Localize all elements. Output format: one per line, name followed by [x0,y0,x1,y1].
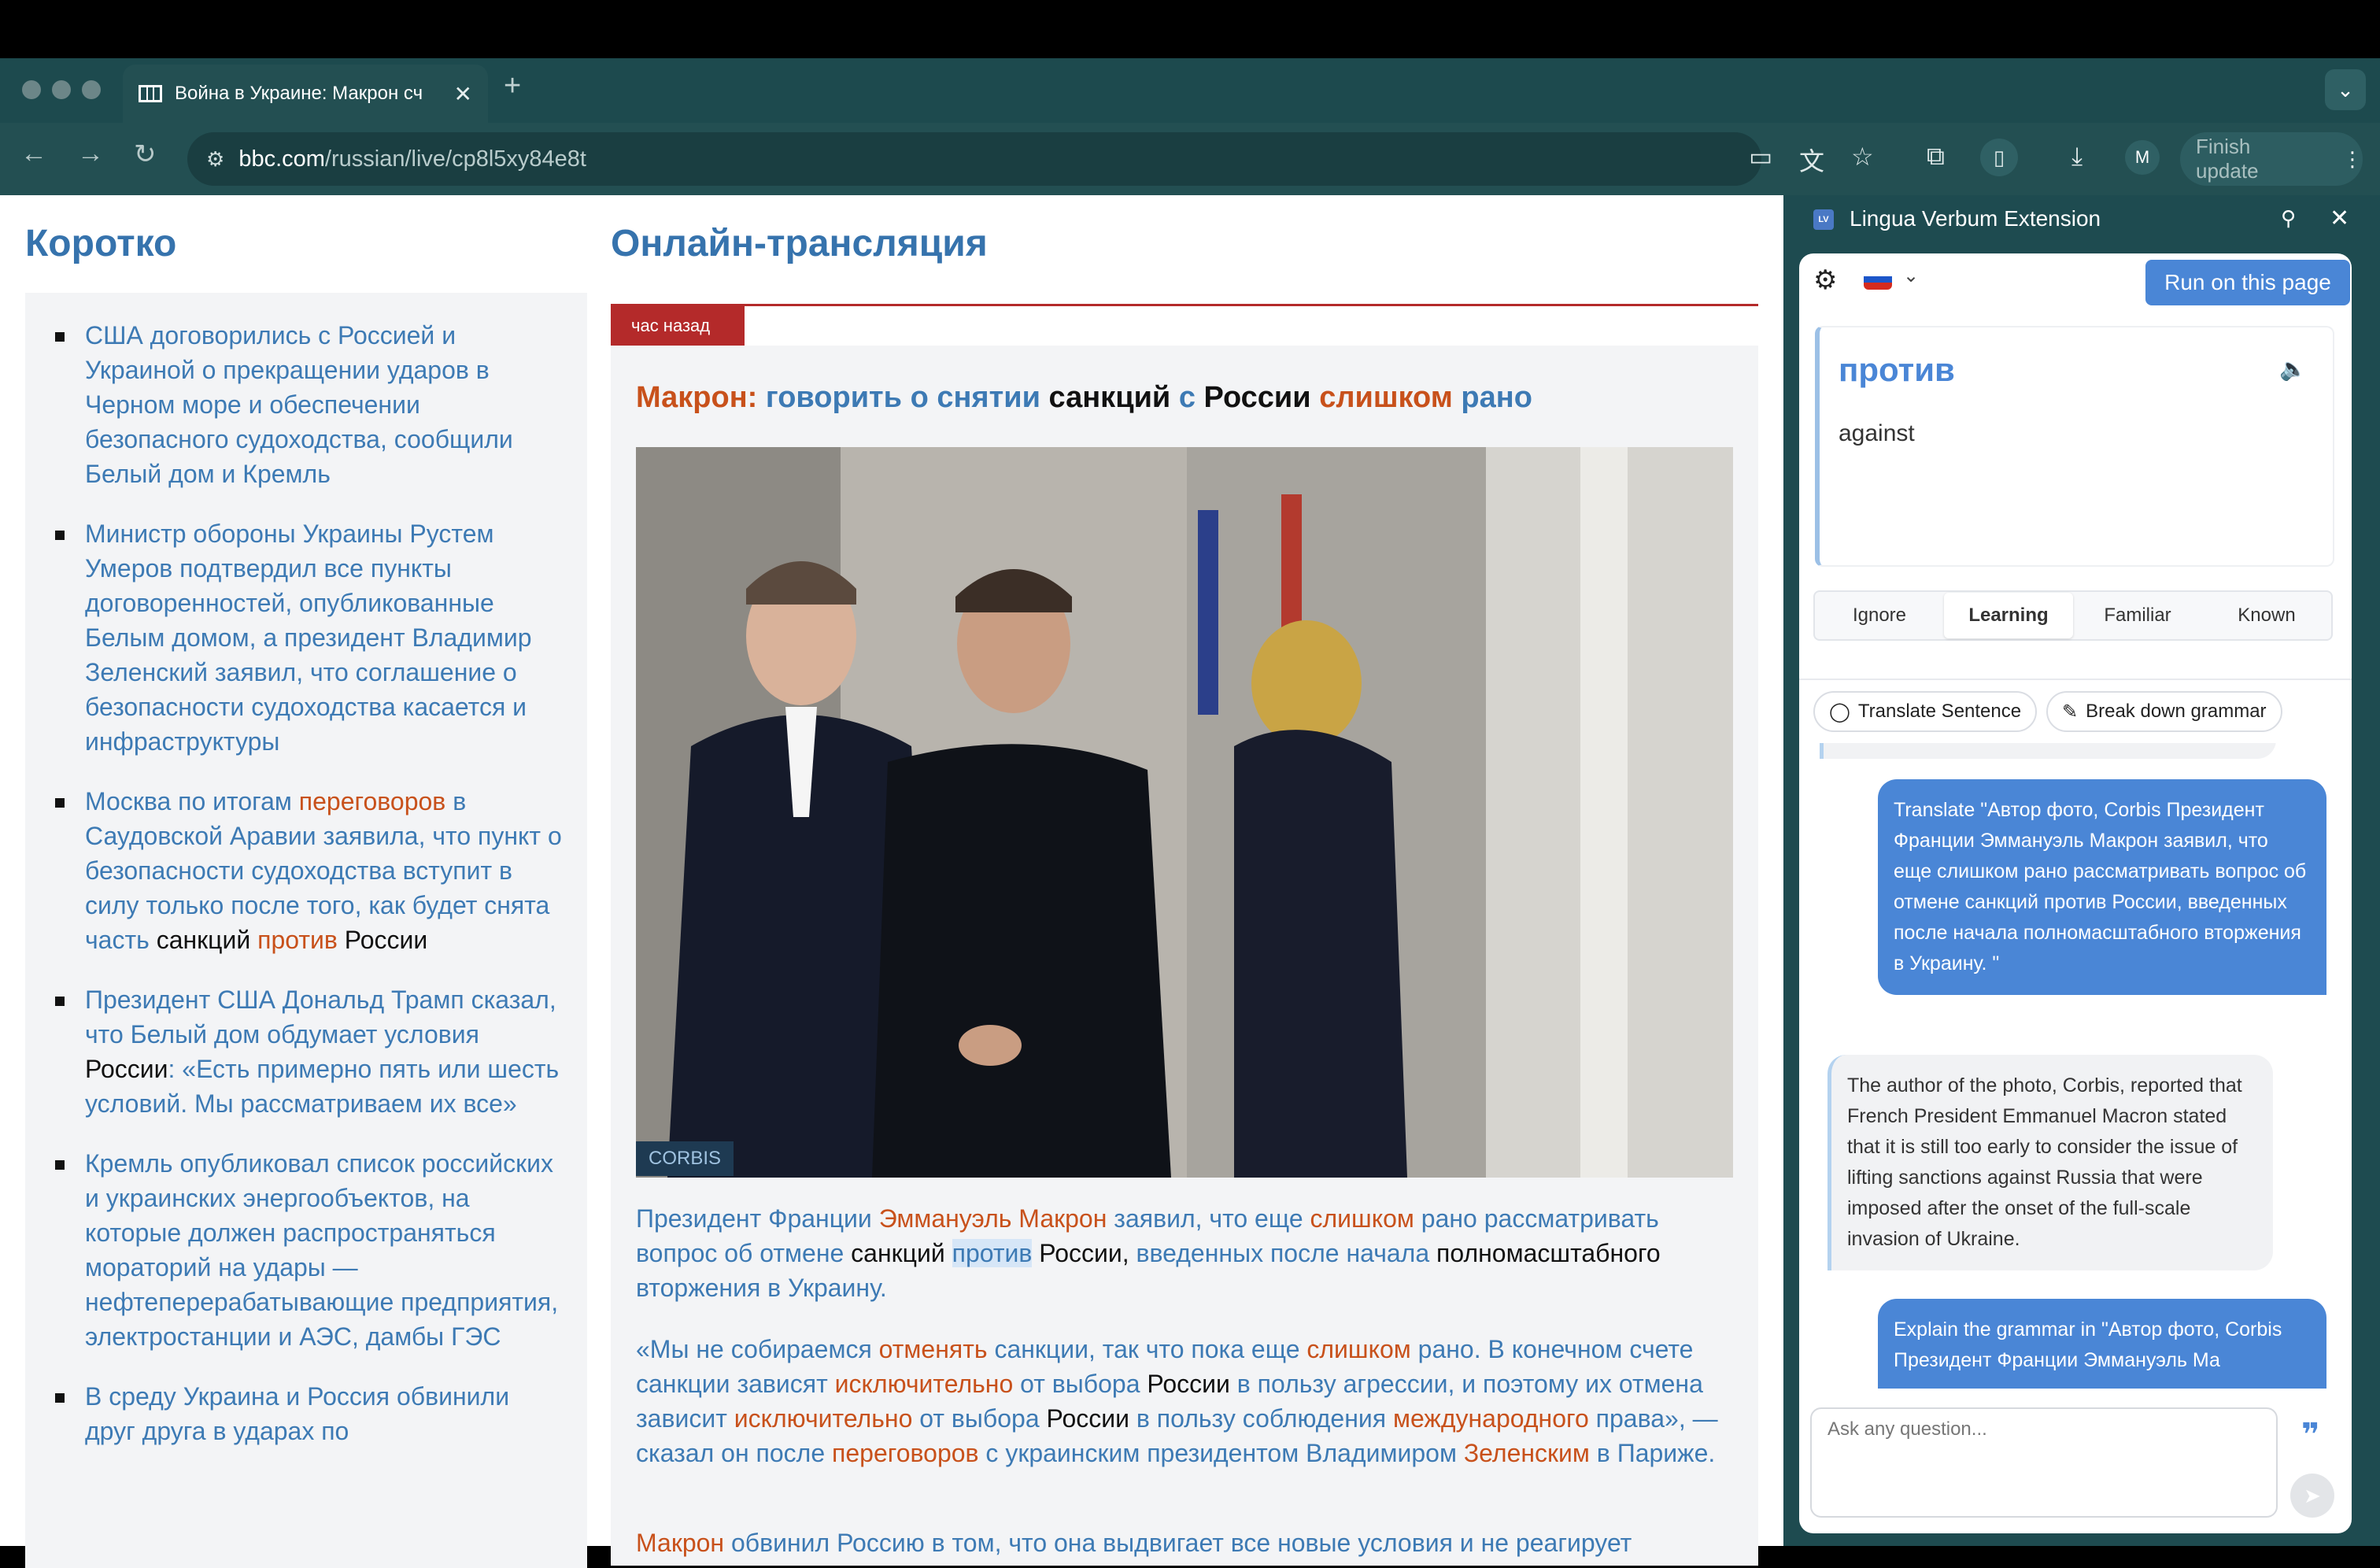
list-item[interactable]: Москва по итогам переговоров в Саудовско… [55,784,564,957]
close-panel-icon[interactable]: ✕ [2330,205,2349,232]
time-tag: час назад [611,306,745,346]
status-tab-ignore[interactable]: Ignore [1815,605,1944,627]
break-down-grammar-button[interactable]: ✎ Break down grammar [2046,691,2282,732]
selected-word: против [1839,351,1955,388]
lv-logo-icon: LV [1813,209,1834,230]
tab-bbc[interactable]: Война в Украине: Макрон сч ✕ [123,65,488,123]
extension-title: Lingua Verbum Extension [1850,206,2101,231]
translate-icon[interactable]: 文 [1799,142,1824,178]
window-zoom-dot[interactable] [82,80,101,99]
pin-icon[interactable]: ⚲ [2281,206,2296,231]
tab-close-icon[interactable]: ✕ [454,81,472,107]
list-item[interactable]: Кремль опубликовал список российских и у… [55,1146,564,1354]
url-host: bbc.com [238,146,325,172]
side-panel-icon[interactable]: ▯ [1980,139,2018,176]
live-divider [611,304,1758,306]
pen-icon: ✎ [2062,701,2079,723]
break-down-grammar-label: Break down grammar [2086,701,2267,722]
word-status-tabs: Ignore Learning Familiar Known [1813,590,2333,641]
article-paragraph[interactable]: «Мы не собираемся отменять санкции, так … [636,1332,1738,1470]
chat-message-user: Translate "Автор фото, Corbis Президент … [1878,779,2326,995]
chat-history[interactable]: Translate "Автор фото, Corbis Президент … [1799,743,2352,1389]
tab-search-chevron-icon[interactable]: ⌄ [2325,69,2366,110]
cast-icon[interactable]: ▭ [1749,142,1772,172]
article-paragraph[interactable]: Президент Франции Эммануэль Макрон заяви… [636,1201,1738,1305]
quote-icon[interactable]: ❞ [2301,1417,2319,1453]
back-icon[interactable]: ← [20,139,47,169]
list-item[interactable]: Президент США Дональд Трамп сказал, что … [55,982,564,1121]
chat-bubble-icon: ◯ [1829,701,1850,723]
address-bar[interactable]: ⚙ bbc.com/russian/live/cp8l5xy84e8t [187,132,1761,186]
send-icon[interactable]: ➤ [2290,1474,2334,1518]
chat-message-assistant: The author of the photo, Corbis, reporte… [1828,1055,2273,1270]
list-item[interactable]: США договорились с Россией и Украиной о … [55,318,564,491]
language-chevron-down-icon[interactable]: ⌄ [1903,264,1919,287]
summary-list: США договорились с Россией и Украиной о … [55,318,564,1474]
ask-question-input[interactable]: Ask any question... [1810,1407,2278,1518]
forward-icon[interactable]: → [77,139,104,169]
speaker-icon[interactable]: 🔈 [2279,356,2307,382]
settings-gear-icon[interactable]: ⚙ [1813,264,1837,296]
status-tab-learning[interactable]: Learning [1944,593,2073,638]
url-path: /russian/live/cp8l5xy84e8t [324,146,586,172]
chat-message-partial [1820,743,2276,759]
panel-divider [1799,679,2352,680]
tab-title: Война в Украине: Макрон сч [175,83,423,104]
new-tab-icon[interactable]: + [504,69,521,103]
russian-flag-icon[interactable] [1864,269,1892,290]
left-column-title: Коротко [25,223,177,264]
window-minimize-dot[interactable] [52,80,71,99]
chat-message-user: Explain the grammar in "Автор фото, Corb… [1878,1299,2326,1389]
translate-sentence-label: Translate Sentence [1857,701,2022,722]
bookmark-star-icon[interactable]: ☆ [1851,142,1874,172]
status-tab-familiar[interactable]: Familiar [2073,605,2202,627]
macos-menubar [0,0,2380,58]
status-tab-known[interactable]: Known [2202,605,2331,627]
run-on-page-button[interactable]: Run on this page [2145,260,2350,305]
word-translation: against [1839,420,1915,446]
window-close-dot[interactable] [22,80,41,99]
download-icon[interactable]: ⤓ [2071,142,2082,172]
site-info-icon[interactable]: ⚙ [206,147,224,172]
profile-avatar[interactable]: M [2125,140,2160,175]
post-headline[interactable]: Макрон: говорить о снятии санкций с Росс… [636,381,1532,415]
extensions-icon[interactable]: ⧉ [1927,142,1945,172]
list-item[interactable]: Министр обороны Украины Рустем Умеров по… [55,516,564,759]
bbc-favicon-icon [139,85,162,102]
post-photo [636,447,1733,1178]
more-icon[interactable]: ⋮ [2342,147,2363,172]
finish-update-button[interactable]: Finish update ⋮ [2180,132,2363,186]
translate-sentence-button[interactable]: ◯ Translate Sentence [1813,691,2038,732]
article-paragraph[interactable]: Макрон обвинил Россию в том, что она выд… [636,1525,1738,1560]
finish-update-label: Finish update [2196,135,2259,183]
list-item[interactable]: В среду Украина и Россия обвинили друг д… [55,1379,564,1448]
live-title: Онлайн-трансляция [611,223,988,264]
reload-icon[interactable]: ↻ [134,139,157,170]
photo-credit: CORBIS [636,1141,734,1176]
